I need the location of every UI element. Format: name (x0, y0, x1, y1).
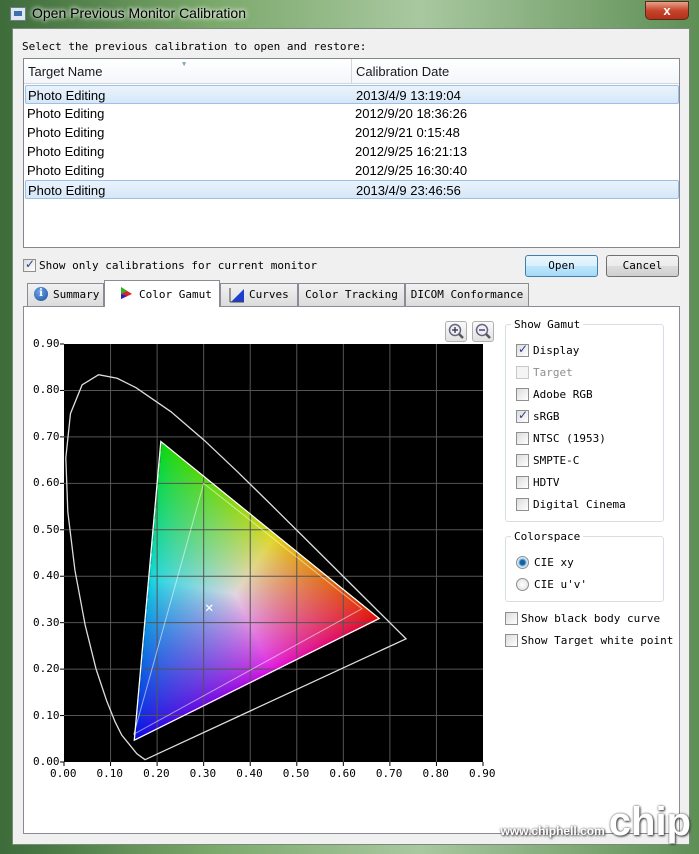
column-header-target-name[interactable]: Target Name (24, 59, 352, 84)
x-tick-label: 0.20 (143, 767, 170, 780)
tab-label: Summary (53, 288, 100, 301)
x-tick-label: 0.80 (422, 767, 449, 780)
window-title: Open Previous Monitor Calibration (32, 5, 246, 21)
tab-label: Color Gamut (139, 288, 212, 301)
gamut-smpte-c-checkbox[interactable] (516, 454, 529, 467)
open-button[interactable]: Open (525, 255, 598, 277)
x-tick-label: 0.30 (189, 767, 217, 780)
table-row[interactable]: Photo Editing 2012/9/21 0:15:48 (25, 123, 679, 142)
gamut-adobe-rgb-label: Adobe RGB (533, 388, 593, 401)
tab-color-tracking[interactable]: Color Tracking (298, 283, 405, 306)
black-body-curve-label: Show black body curve (521, 612, 661, 625)
tab-curves[interactable]: Curves (220, 283, 298, 306)
table-row[interactable]: Photo Editing 2012/9/25 16:30:40 (25, 161, 679, 180)
colorspace-title: Colorspace (511, 530, 584, 543)
target-white-point-label: Show Target white point (521, 634, 674, 647)
show-only-current-checkbox[interactable] (23, 257, 36, 272)
curve-icon (229, 288, 244, 303)
cancel-button[interactable]: Cancel (606, 255, 679, 277)
x-tick-label: 0.00 (50, 767, 77, 780)
table-row[interactable]: Photo Editing 2012/9/20 18:36:26 (25, 104, 679, 123)
cie-xy-radio[interactable] (516, 556, 529, 569)
y-tick-label: 0.80 (33, 383, 60, 397)
tab-summary[interactable]: i Summary (27, 283, 104, 306)
target-name-cell: Photo Editing (28, 88, 106, 103)
x-tick-label: 0.10 (96, 767, 124, 780)
gamut-target-label: Target (533, 366, 573, 379)
gamut-ntsc-1953-checkbox[interactable] (516, 432, 529, 445)
cie-uv-radio[interactable] (516, 578, 529, 591)
zoom-out-button[interactable] (472, 321, 494, 342)
watermark-logo: www.chiphell.com chip (500, 800, 691, 844)
tab-label: Curves (249, 288, 289, 301)
gamut-digital-cinema-checkbox[interactable] (516, 498, 529, 511)
color-triangle-icon (121, 287, 132, 299)
y-tick-label: 0.10 (33, 708, 60, 722)
gamut-digital-cinema-label: Digital Cinema (533, 498, 626, 511)
zoom-in-icon (448, 323, 464, 339)
colorspace-group (505, 536, 664, 602)
gamut-ntsc-1953-label: NTSC (1953) (533, 432, 606, 445)
close-button[interactable]: x (645, 1, 689, 20)
table-row[interactable]: Photo Editing 2013/4/9 13:19:04 (25, 85, 679, 104)
target-name-cell: Photo Editing (28, 183, 106, 198)
target-white-point-checkbox[interactable] (505, 634, 518, 647)
gamut-srgb-label: sRGB (533, 410, 560, 423)
cie-xy-label: CIE xy (534, 556, 574, 569)
gamut-hdtv-label: HDTV (533, 476, 560, 489)
y-tick-label: 0.70 (33, 429, 60, 443)
calibration-list[interactable]: Target Name ▼ Calibration Date Photo Edi… (23, 58, 680, 248)
y-tick-label: 0.00 (33, 755, 60, 768)
gamut-display-checkbox[interactable] (516, 342, 529, 357)
x-tick-label: 0.60 (329, 767, 356, 780)
x-tick-label: 0.50 (282, 767, 310, 780)
table-row[interactable]: Photo Editing 2012/9/25 16:21:13 (25, 142, 679, 161)
tab-dicom-conformance[interactable]: DICOM Conformance (405, 283, 529, 306)
gamut-srgb-checkbox[interactable] (516, 408, 529, 423)
watermark-text: www.chiphell.com (500, 824, 605, 838)
tab-color-gamut[interactable]: Color Gamut (104, 280, 220, 307)
target-name-cell: Photo Editing (27, 106, 105, 121)
sort-arrow-icon: ▼ (182, 60, 187, 68)
target-name-cell: Photo Editing (27, 144, 105, 159)
app-icon (10, 7, 26, 21)
calibration-date-cell: 2012/9/20 18:36:26 (355, 106, 468, 121)
y-tick-label: 0.40 (33, 569, 60, 583)
gamut-hdtv-checkbox[interactable] (516, 476, 529, 489)
x-tick-label: 0.40 (236, 767, 263, 780)
cie-uv-label: CIE u'v' (534, 578, 587, 591)
title-bar: Open Previous Monitor Calibration x (0, 0, 699, 28)
x-tick-label: 0.70 (375, 767, 403, 780)
y-tick-label: 0.20 (33, 662, 60, 676)
info-icon: i (34, 287, 48, 301)
calibration-date-cell: 2013/4/9 13:19:04 (356, 88, 461, 103)
prompt-label: Select the previous calibration to open … (22, 40, 367, 53)
show-gamut-title: Show Gamut (511, 318, 584, 331)
target-name-cell: Photo Editing (27, 163, 105, 178)
gamut-display-label: Display (533, 344, 580, 357)
black-body-curve-checkbox[interactable] (505, 612, 518, 625)
calibration-date-cell: 2012/9/25 16:30:40 (355, 163, 468, 178)
gamut-adobe-rgb-checkbox[interactable] (516, 388, 529, 401)
zoom-in-button[interactable] (445, 321, 467, 342)
gamut-target-checkbox[interactable] (516, 366, 529, 379)
zoom-out-icon (475, 323, 491, 339)
calibration-date-cell: 2013/4/9 23:46:56 (356, 183, 461, 198)
show-only-current-label: Show only calibrations for current monit… (39, 259, 318, 272)
calibration-date-cell: 2012/9/21 0:15:48 (355, 125, 460, 140)
cie-chart-plot[interactable] (64, 344, 483, 762)
y-tick-label: 0.50 (33, 522, 60, 536)
column-header-calibration-date[interactable]: Calibration Date (352, 59, 679, 84)
calibration-date-cell: 2012/9/25 16:21:13 (355, 144, 468, 159)
table-row[interactable]: Photo Editing 2013/4/9 23:46:56 (25, 180, 679, 199)
x-tick-label: 0.90 (469, 767, 496, 780)
y-tick-label: 0.90 (33, 337, 60, 350)
target-name-cell: Photo Editing (27, 125, 105, 140)
y-tick-label: 0.30 (33, 615, 60, 629)
y-tick-label: 0.60 (33, 476, 60, 490)
gamut-smpte-c-label: SMPTE-C (533, 454, 580, 467)
